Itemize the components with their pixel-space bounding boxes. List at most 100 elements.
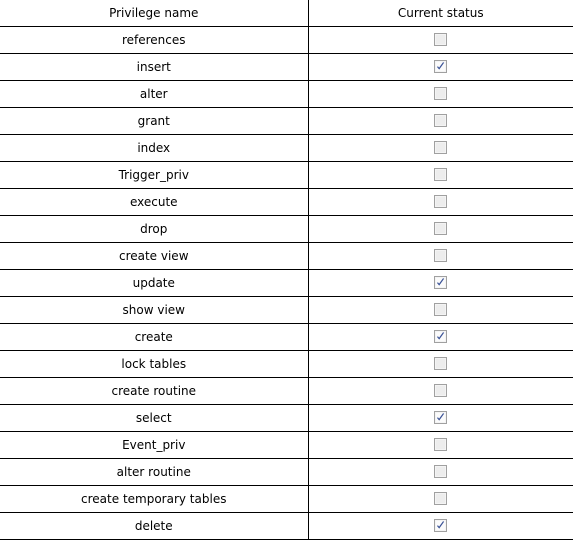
table-row: index	[0, 134, 573, 162]
privilege-name-cell: alter routine	[0, 458, 309, 486]
column-header-current-status: Current status	[308, 0, 573, 27]
privilege-name-cell: execute	[0, 188, 309, 216]
checkmark-icon	[435, 412, 446, 423]
checkbox-unchecked-icon[interactable]	[434, 303, 448, 316]
checkbox-unchecked-icon[interactable]	[434, 465, 448, 478]
table-row: Trigger_priv	[0, 161, 573, 189]
privilege-name-cell: references	[0, 26, 309, 54]
current-status-cell	[308, 296, 573, 324]
current-status-cell	[308, 350, 573, 378]
checkbox-unchecked-icon[interactable]	[434, 141, 448, 154]
checkbox-unchecked-icon[interactable]	[434, 438, 448, 451]
table-row: execute	[0, 188, 573, 216]
table-row: show view	[0, 296, 573, 324]
privilege-name-cell: insert	[0, 53, 309, 81]
checkbox-inner	[436, 305, 446, 314]
checkbox-inner	[436, 224, 446, 233]
current-status-cell	[308, 215, 573, 243]
current-status-cell	[308, 134, 573, 162]
current-status-cell	[308, 377, 573, 405]
checkbox-checked-icon[interactable]	[434, 519, 448, 532]
table-row: select	[0, 404, 573, 432]
table-row: alter	[0, 80, 573, 108]
current-status-cell	[308, 404, 573, 432]
current-status-cell	[308, 242, 573, 270]
checkbox-inner	[436, 467, 446, 476]
checkbox-inner	[436, 197, 446, 206]
privilege-name-cell: delete	[0, 512, 309, 540]
current-status-cell	[308, 26, 573, 54]
checkbox-unchecked-icon[interactable]	[434, 492, 448, 505]
privilege-name-cell: grant	[0, 107, 309, 135]
checkbox-inner	[436, 89, 446, 98]
privilege-name-cell: create routine	[0, 377, 309, 405]
checkbox-checked-icon[interactable]	[434, 330, 448, 343]
current-status-cell	[308, 269, 573, 297]
table-row: create routine	[0, 377, 573, 405]
privileges-table: Privilege name Current status references…	[0, 0, 573, 540]
checkbox-unchecked-icon[interactable]	[434, 222, 448, 235]
checkbox-inner	[436, 143, 446, 152]
privilege-name-cell: update	[0, 269, 309, 297]
table-row: update	[0, 269, 573, 297]
table-row: drop	[0, 215, 573, 243]
column-header-privilege-name: Privilege name	[0, 0, 309, 27]
checkbox-inner	[436, 440, 446, 449]
privilege-name-cell: Trigger_priv	[0, 161, 309, 189]
current-status-cell	[308, 107, 573, 135]
table-header: Privilege name Current status	[0, 0, 573, 27]
checkbox-unchecked-icon[interactable]	[434, 357, 448, 370]
checkbox-unchecked-icon[interactable]	[434, 33, 448, 46]
current-status-cell	[308, 188, 573, 216]
checkmark-icon	[435, 520, 446, 531]
table-body: references insert alter grant index Trigger_p…	[0, 26, 573, 540]
checkmark-icon	[435, 277, 446, 288]
checkbox-inner	[436, 116, 446, 125]
privilege-name-cell: drop	[0, 215, 309, 243]
table-row: grant	[0, 107, 573, 135]
checkmark-icon	[435, 61, 446, 72]
current-status-cell	[308, 458, 573, 486]
table-row: create temporary tables	[0, 485, 573, 513]
current-status-cell	[308, 80, 573, 108]
checkbox-unchecked-icon[interactable]	[434, 87, 448, 100]
table-header-row: Privilege name Current status	[0, 0, 573, 27]
current-status-cell	[308, 323, 573, 351]
current-status-cell	[308, 485, 573, 513]
privilege-name-cell: create view	[0, 242, 309, 270]
privilege-name-cell: create	[0, 323, 309, 351]
privilege-name-cell: create temporary tables	[0, 485, 309, 513]
privilege-name-cell: show view	[0, 296, 309, 324]
checkbox-inner	[436, 386, 446, 395]
current-status-cell	[308, 512, 573, 540]
current-status-cell	[308, 53, 573, 81]
table-row: delete	[0, 512, 573, 540]
table-row: create view	[0, 242, 573, 270]
checkbox-inner	[436, 251, 446, 260]
checkbox-checked-icon[interactable]	[434, 60, 448, 73]
current-status-cell	[308, 161, 573, 189]
privilege-name-cell: select	[0, 404, 309, 432]
table-row: lock tables	[0, 350, 573, 378]
table-row: Event_priv	[0, 431, 573, 459]
checkbox-unchecked-icon[interactable]	[434, 168, 448, 181]
checkbox-inner	[436, 35, 446, 44]
checkbox-unchecked-icon[interactable]	[434, 384, 448, 397]
checkbox-checked-icon[interactable]	[434, 276, 448, 289]
checkbox-inner	[436, 359, 446, 368]
checkbox-inner	[436, 494, 446, 503]
current-status-cell	[308, 431, 573, 459]
checkmark-icon	[435, 331, 446, 342]
checkbox-checked-icon[interactable]	[434, 411, 448, 424]
checkbox-inner	[436, 170, 446, 179]
table-row: alter routine	[0, 458, 573, 486]
privilege-name-cell: index	[0, 134, 309, 162]
privilege-name-cell: alter	[0, 80, 309, 108]
checkbox-unchecked-icon[interactable]	[434, 249, 448, 262]
privilege-name-cell: Event_priv	[0, 431, 309, 459]
checkbox-unchecked-icon[interactable]	[434, 195, 448, 208]
table-row: create	[0, 323, 573, 351]
privilege-name-cell: lock tables	[0, 350, 309, 378]
table-row: insert	[0, 53, 573, 81]
checkbox-unchecked-icon[interactable]	[434, 114, 448, 127]
